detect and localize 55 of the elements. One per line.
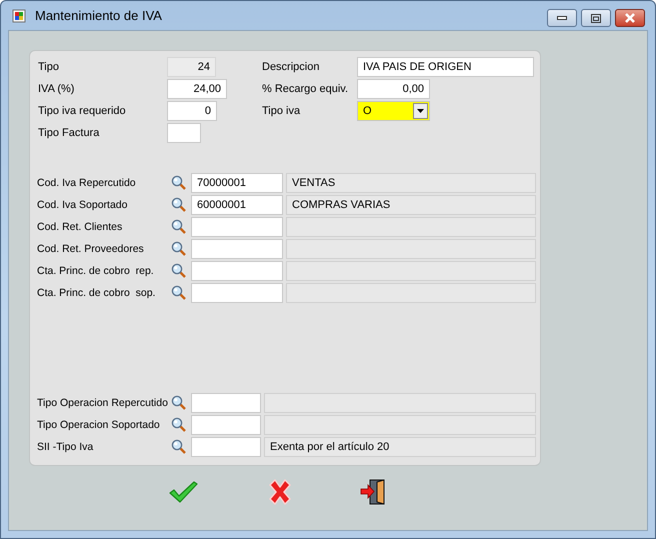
input-field[interactable]	[191, 239, 283, 259]
input-field[interactable]	[191, 261, 283, 281]
field-label: Tipo Operacion Repercutido	[37, 397, 169, 409]
search-icon[interactable]	[171, 395, 187, 411]
search-icon[interactable]	[171, 439, 187, 455]
field-label: Tipo iva	[262, 105, 302, 117]
search-icon[interactable]	[171, 285, 187, 301]
field-label: SII -Tipo Iva	[37, 441, 94, 453]
app-icon	[12, 8, 28, 24]
accept-button[interactable]	[168, 480, 198, 504]
input-field[interactable]: IVA PAIS DE ORIGEN	[357, 57, 534, 77]
input-field[interactable]: 24,00	[167, 79, 227, 99]
input-field[interactable]	[191, 393, 261, 413]
field-label: Tipo	[37, 61, 60, 73]
maximize-button[interactable]	[581, 9, 611, 27]
search-icon[interactable]	[171, 263, 187, 279]
input-field[interactable]	[167, 123, 201, 143]
input-field[interactable]: 0	[167, 101, 217, 121]
minimize-button[interactable]	[547, 9, 577, 27]
field-label: IVA (%)	[37, 83, 76, 95]
field-label: Cod. Iva Soportado	[37, 199, 128, 211]
input-field[interactable]: 24	[167, 57, 216, 77]
field-label: Cta. Princ. de cobro rep.	[37, 265, 155, 277]
dropdown-arrow-icon	[417, 109, 424, 113]
input-field[interactable]	[191, 415, 261, 435]
input-field[interactable]	[191, 437, 261, 457]
search-icon[interactable]	[171, 175, 187, 191]
window-title: Mantenimiento de IVA	[35, 8, 162, 23]
exit-button[interactable]	[360, 478, 386, 506]
input-field[interactable]: 60000001	[191, 195, 283, 215]
dropdown[interactable]: O	[357, 101, 430, 121]
search-icon[interactable]	[171, 219, 187, 235]
field-label: Tipo iva requerido	[37, 105, 127, 117]
close-icon	[624, 13, 636, 23]
field-label: Cod. Iva Repercutido	[37, 177, 137, 189]
minimize-icon	[557, 16, 567, 20]
field-label: % Recargo equiv.	[262, 83, 350, 95]
field-label: Cod. Ret. Clientes	[37, 221, 124, 233]
close-button[interactable]	[615, 9, 645, 27]
search-icon[interactable]	[171, 197, 187, 213]
description-field: COMPRAS VARIAS	[286, 195, 536, 215]
description-field: VENTAS	[286, 173, 536, 193]
search-icon[interactable]	[171, 417, 187, 433]
field-label: Tipo Factura	[37, 127, 100, 139]
field-label: Cod. Ret. Proveedores	[37, 243, 145, 255]
search-icon[interactable]	[171, 241, 187, 257]
input-field[interactable]: 0,00	[357, 79, 430, 99]
input-field[interactable]	[191, 283, 283, 303]
field-label: Descripcion	[262, 61, 320, 73]
description-field: Exenta por el artículo 20	[264, 437, 536, 457]
field-label: Cta. Princ. de cobro sop.	[37, 287, 156, 299]
input-field[interactable]: 70000001	[191, 173, 283, 193]
restore-icon	[591, 14, 601, 22]
input-field[interactable]	[191, 217, 283, 237]
field-label: Tipo Operacion Soportado	[37, 419, 161, 431]
